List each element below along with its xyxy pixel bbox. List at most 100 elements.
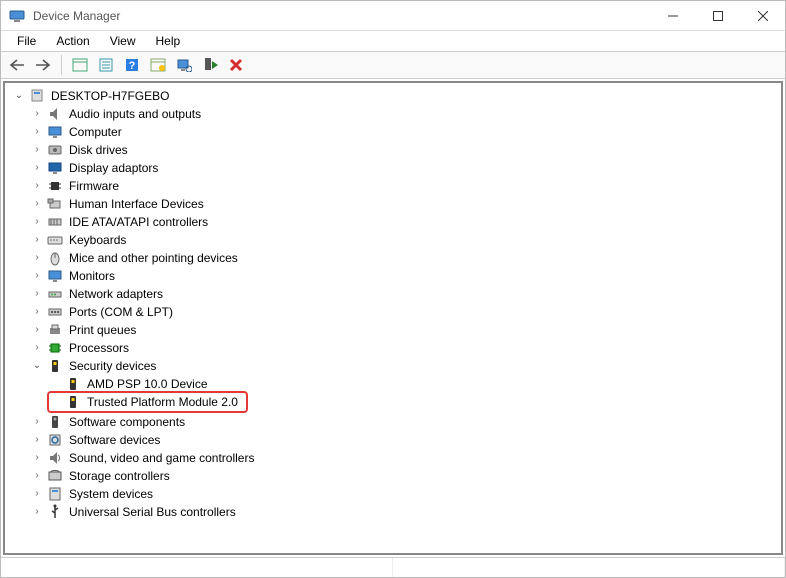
tree-category-node[interactable]: › Audio inputs and outputs bbox=[31, 105, 779, 123]
tree-category-node[interactable]: › IDE ATA/ATAPI controllers bbox=[31, 213, 779, 231]
tree-category-node[interactable]: › Disk drives bbox=[31, 141, 779, 159]
expand-caret-icon[interactable]: › bbox=[31, 216, 43, 228]
expand-caret-icon[interactable]: › bbox=[31, 126, 43, 138]
menu-help[interactable]: Help bbox=[146, 32, 191, 50]
tree-category-node[interactable]: › Print queues bbox=[31, 321, 779, 339]
expand-caret-icon[interactable]: › bbox=[31, 162, 43, 174]
expand-caret-icon[interactable]: › bbox=[31, 324, 43, 336]
tree-category-label: Sound, video and game controllers bbox=[67, 448, 256, 468]
tree-category-node[interactable]: › Sound, video and game controllers bbox=[31, 449, 779, 467]
tree-category-node[interactable]: › Ports (COM & LPT) bbox=[31, 303, 779, 321]
tree-category-node[interactable]: › Monitors bbox=[31, 267, 779, 285]
system-icon bbox=[47, 486, 63, 502]
tree-device-node[interactable]: Trusted Platform Module 2.0 bbox=[49, 393, 240, 411]
expand-caret-icon[interactable]: ⌄ bbox=[13, 90, 25, 102]
expand-caret-icon[interactable]: › bbox=[31, 342, 43, 354]
security-chip-icon bbox=[65, 394, 81, 410]
ide-icon bbox=[47, 214, 63, 230]
toolbar-delete-button[interactable] bbox=[224, 54, 248, 76]
chip-icon bbox=[47, 178, 63, 194]
toolbar-show-hidden-button[interactable] bbox=[68, 54, 92, 76]
expand-caret-icon[interactable]: › bbox=[31, 234, 43, 246]
sound-icon bbox=[47, 450, 63, 466]
tree-category-node[interactable]: › Mice and other pointing devices bbox=[31, 249, 779, 267]
menu-view[interactable]: View bbox=[100, 32, 146, 50]
highlighted-device: Trusted Platform Module 2.0 bbox=[47, 391, 248, 413]
tree-category-label: Universal Serial Bus controllers bbox=[67, 502, 238, 522]
tree-category-node[interactable]: › Network adapters bbox=[31, 285, 779, 303]
menu-action[interactable]: Action bbox=[46, 32, 99, 50]
port-icon bbox=[47, 304, 63, 320]
expand-caret-icon[interactable]: › bbox=[31, 434, 43, 446]
tree-category-label: Mice and other pointing devices bbox=[67, 248, 240, 268]
security-chip-icon bbox=[47, 358, 63, 374]
minimize-button[interactable] bbox=[650, 1, 695, 31]
tree-category-node[interactable]: › Computer bbox=[31, 123, 779, 141]
expand-caret-icon[interactable]: › bbox=[31, 506, 43, 518]
toolbar-separator bbox=[61, 55, 62, 75]
device-tree[interactable]: ⌄ DESKTOP-H7FGEBO › Audio inputs and out… bbox=[3, 81, 783, 555]
tree-category-node[interactable]: › Software devices bbox=[31, 431, 779, 449]
component-icon bbox=[47, 414, 63, 430]
expand-caret-icon[interactable]: › bbox=[31, 288, 43, 300]
tree-root-node[interactable]: ⌄ DESKTOP-H7FGEBO bbox=[13, 87, 779, 105]
tree-category-node[interactable]: › Software components bbox=[31, 413, 779, 431]
status-bar bbox=[1, 557, 785, 577]
tree-category-label: Processors bbox=[67, 338, 131, 358]
toolbar-properties-button[interactable] bbox=[94, 54, 118, 76]
tree-category-label: Disk drives bbox=[67, 140, 130, 160]
expand-caret-icon[interactable]: › bbox=[31, 416, 43, 428]
expand-caret-icon[interactable]: › bbox=[31, 488, 43, 500]
tree-category-label: Ports (COM & LPT) bbox=[67, 302, 175, 322]
expand-caret-icon[interactable]: › bbox=[31, 270, 43, 282]
tree-category-label: Security devices bbox=[67, 356, 158, 376]
tree-category-node[interactable]: › System devices bbox=[31, 485, 779, 503]
window-title: Device Manager bbox=[33, 9, 120, 23]
expand-caret-icon[interactable]: › bbox=[31, 470, 43, 482]
tree-category-node[interactable]: ⌄ Security devices bbox=[31, 357, 779, 375]
toolbar: ? bbox=[1, 51, 785, 79]
tree-category-label: Audio inputs and outputs bbox=[67, 104, 203, 124]
sw-device-icon bbox=[47, 432, 63, 448]
toolbar-forward-button[interactable] bbox=[31, 54, 55, 76]
tree-category-node[interactable]: › Keyboards bbox=[31, 231, 779, 249]
tree-category-label: Storage controllers bbox=[67, 466, 172, 486]
tree-category-node[interactable]: › Human Interface Devices bbox=[31, 195, 779, 213]
toolbar-scan-button[interactable] bbox=[172, 54, 196, 76]
display-icon bbox=[47, 160, 63, 176]
disk-icon bbox=[47, 142, 63, 158]
storage-icon bbox=[47, 468, 63, 484]
expand-caret-icon[interactable]: › bbox=[31, 452, 43, 464]
tree-category-node[interactable]: › Display adaptors bbox=[31, 159, 779, 177]
expand-caret-icon[interactable]: › bbox=[31, 144, 43, 156]
computer-icon bbox=[29, 88, 45, 104]
printer-icon bbox=[47, 322, 63, 338]
maximize-button[interactable] bbox=[695, 1, 740, 31]
network-icon bbox=[47, 286, 63, 302]
expand-caret-icon[interactable]: ⌄ bbox=[31, 360, 43, 372]
tree-category-node[interactable]: › Firmware bbox=[31, 177, 779, 195]
expand-caret-icon[interactable]: › bbox=[31, 180, 43, 192]
toolbar-back-button[interactable] bbox=[5, 54, 29, 76]
expand-caret-icon[interactable]: › bbox=[31, 108, 43, 120]
cpu-icon bbox=[47, 340, 63, 356]
expand-caret-icon[interactable]: › bbox=[31, 252, 43, 264]
tree-category-node[interactable]: › Universal Serial Bus controllers bbox=[31, 503, 779, 521]
tree-category-node[interactable]: › Processors bbox=[31, 339, 779, 357]
tree-root-label: DESKTOP-H7FGEBO bbox=[49, 86, 171, 106]
toolbar-update-button[interactable] bbox=[146, 54, 170, 76]
toolbar-help-button[interactable]: ? bbox=[120, 54, 144, 76]
toolbar-add-button[interactable] bbox=[198, 54, 222, 76]
expand-caret-icon[interactable]: › bbox=[31, 306, 43, 318]
close-button[interactable] bbox=[740, 1, 785, 31]
status-panel-right bbox=[393, 558, 785, 577]
menu-file[interactable]: File bbox=[7, 32, 46, 50]
monitor-icon bbox=[47, 268, 63, 284]
title-bar: Device Manager bbox=[1, 1, 785, 31]
computer-monitor-icon bbox=[47, 124, 63, 140]
tree-category-label: Display adaptors bbox=[67, 158, 160, 178]
tree-category-label: Print queues bbox=[67, 320, 138, 340]
security-chip-icon bbox=[65, 376, 81, 392]
tree-category-node[interactable]: › Storage controllers bbox=[31, 467, 779, 485]
expand-caret-icon[interactable]: › bbox=[31, 198, 43, 210]
